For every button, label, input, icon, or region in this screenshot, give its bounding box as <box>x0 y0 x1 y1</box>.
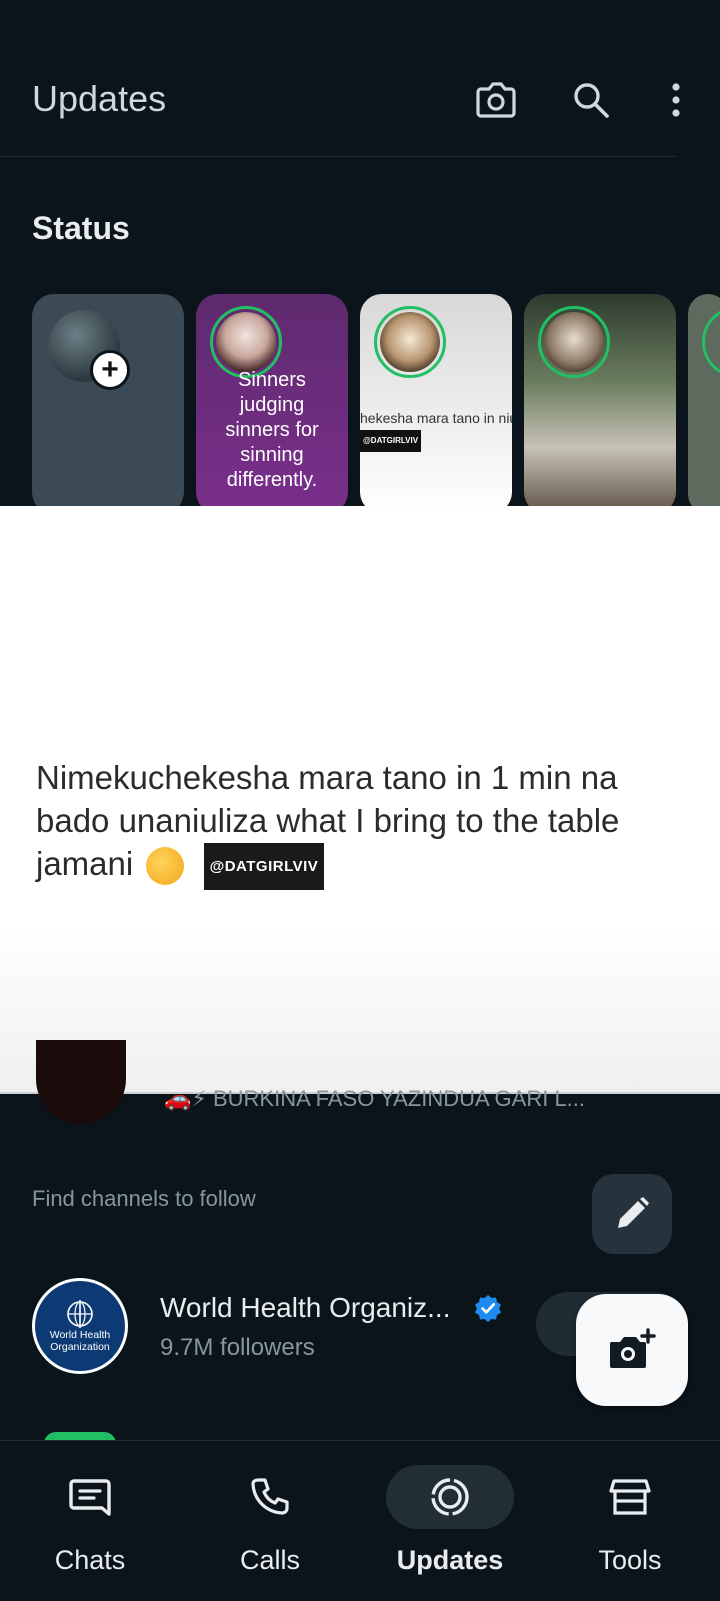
laughing-emoji-icon <box>146 847 185 886</box>
channel-name[interactable]: World Health Organiz... <box>160 1292 451 1324</box>
tab-calls-label: Calls <box>239 1545 300 1575</box>
calls-icon-container <box>206 1465 334 1529</box>
chat-icon <box>69 1479 111 1516</box>
add-status-icon[interactable]: + <box>90 350 130 390</box>
updates-icon <box>431 1478 469 1516</box>
chats-icon-container <box>26 1465 154 1529</box>
header-divider <box>0 156 676 157</box>
who-avatar-text: Organization <box>50 1341 110 1353</box>
status-preview-text: Nimekuchekesha mara tano in 1 min na bad… <box>36 756 696 890</box>
phone-icon <box>251 1478 289 1515</box>
tools-icon-container <box>566 1465 694 1529</box>
tab-calls[interactable]: Calls <box>180 1441 360 1601</box>
tab-tools-label: Tools <box>598 1545 662 1575</box>
search-button[interactable] <box>567 76 615 124</box>
find-channels-heading: Find channels to follow <box>32 1186 256 1211</box>
channel-avatar-who[interactable]: World Health Organization <box>32 1278 128 1374</box>
tab-tools[interactable]: Tools <box>540 1441 720 1601</box>
camera-add-icon <box>610 1328 656 1368</box>
store-icon <box>609 1479 651 1515</box>
status-card-text: hekesha mara tano in niuliza what I brin… <box>360 408 512 452</box>
status-card-text: Sinners judging sinners for sinning diff… <box>225 369 319 491</box>
status-heading: Status <box>32 210 130 246</box>
status-card-caption: hekesha mara tano in niuliza what I brin… <box>360 410 512 426</box>
page-title: Updates <box>32 78 167 119</box>
new-text-status-button[interactable] <box>592 1174 672 1254</box>
updates-icon-container <box>386 1465 514 1529</box>
tab-chats[interactable]: Chats <box>0 1441 180 1601</box>
pencil-icon <box>618 1197 649 1228</box>
status-card-tag: @DATGIRLVIV <box>360 430 422 452</box>
channel-avatar[interactable] <box>36 1040 126 1124</box>
tab-chats-label: Chats <box>54 1545 126 1575</box>
status-avatar <box>538 306 610 378</box>
tab-updates[interactable]: Updates <box>360 1441 540 1601</box>
more-vertical-icon <box>672 83 680 117</box>
camera-status-button[interactable] <box>576 1294 688 1406</box>
search-icon <box>574 83 609 118</box>
verified-badge-icon <box>474 1294 502 1322</box>
status-preview-tag: @DATGIRLVIV <box>203 842 325 890</box>
more-options-button[interactable] <box>652 76 700 124</box>
tab-updates-label: Updates <box>396 1545 504 1575</box>
bottom-navigation: Chats Calls Updates Tools <box>0 1440 720 1601</box>
who-avatar-text: World Health <box>49 1329 111 1341</box>
camera-button[interactable] <box>472 76 520 124</box>
channel-last-message: 🚗⚡ BURKINA FASO YAZINDUA GARI L... <box>164 1086 586 1111</box>
camera-icon <box>476 82 516 118</box>
status-avatar <box>374 306 446 378</box>
channel-followers: 9.7M followers <box>160 1334 315 1361</box>
globe-icon <box>67 1300 93 1328</box>
status-preview-caption: Nimekuchekesha mara tano in 1 min na bad… <box>36 759 620 882</box>
